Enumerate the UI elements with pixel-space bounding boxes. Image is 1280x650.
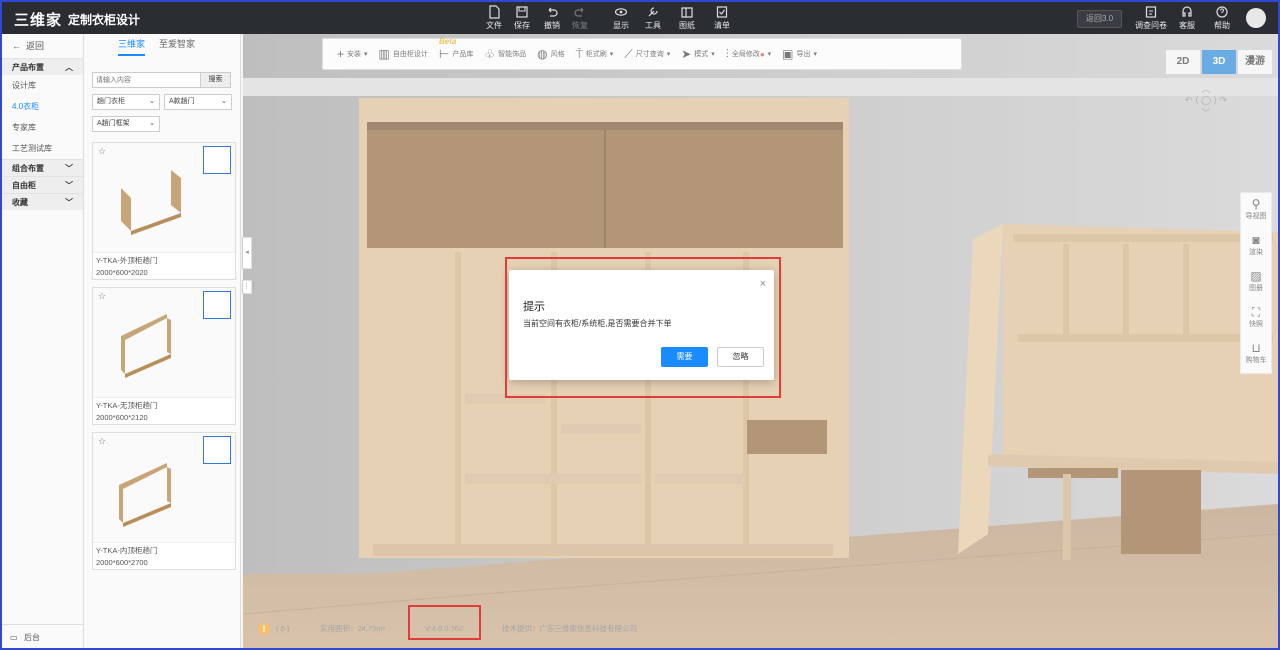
list-button[interactable]: 清单 xyxy=(708,5,736,31)
back-arrow-icon: ← xyxy=(12,41,27,51)
product-name: Y-TKA-无顶柜趟门 xyxy=(96,401,158,410)
filter-value: A趟门框架 xyxy=(97,120,130,127)
undo-button[interactable]: 撤销 xyxy=(538,5,566,31)
redo-button[interactable]: 恢复 xyxy=(566,5,594,31)
save-icon xyxy=(516,6,528,18)
nav-item-process-test-library[interactable]: 工艺测试库 xyxy=(2,138,83,159)
display-button[interactable]: 显示 xyxy=(607,5,635,31)
nav-category-free-cabinet[interactable]: 自由柜 ﹀ xyxy=(2,176,83,193)
product-image: ☆ xyxy=(93,143,235,253)
back-label: 返回 xyxy=(26,41,45,51)
search-button[interactable]: 搜索 xyxy=(200,73,230,87)
logo: 三维家 定制衣柜设计 xyxy=(14,9,140,30)
door-thumbnail[interactable] xyxy=(203,291,231,319)
nav-category-combo-layout[interactable]: 组合布置 ﹀ xyxy=(2,159,83,176)
nav-item-expert-library[interactable]: 专家库 xyxy=(2,117,83,138)
nav-category-product-layout[interactable]: 产品布置 ︿ xyxy=(2,58,83,75)
product-name: Y-TKA-外顶柜趟门 xyxy=(96,256,158,265)
save-button[interactable]: 保存 xyxy=(508,5,536,31)
chevron-down-icon: ⌄ xyxy=(149,120,155,127)
list-label: 清单 xyxy=(714,21,730,30)
chevron-down-icon: ⌄ xyxy=(221,98,227,105)
back-button[interactable]: ← 返回 xyxy=(2,34,83,58)
headset-icon xyxy=(1182,6,1192,17)
help-button[interactable]: 帮助 xyxy=(1208,5,1236,31)
wrench-icon xyxy=(648,7,658,17)
tools-label: 工具 xyxy=(645,21,661,30)
chevron-down-icon: ﹀ xyxy=(65,198,73,207)
chevron-up-icon: ︿ xyxy=(65,63,73,72)
display-label: 显示 xyxy=(613,21,629,30)
customer-service-button[interactable]: 客服 xyxy=(1173,5,1201,31)
chevron-down-icon: ⌄ xyxy=(149,98,155,105)
help-label: 帮助 xyxy=(1214,21,1230,30)
survey-icon xyxy=(1145,6,1157,18)
help-icon xyxy=(1216,6,1228,18)
nav-category-favorites[interactable]: 收藏 ﹀ xyxy=(2,193,83,210)
backend-label: 后台 xyxy=(24,633,40,642)
brand-name: 三维家 xyxy=(14,12,63,29)
product-name: Y-TKA-内顶柜趟门 xyxy=(96,546,158,555)
tab-zhiai[interactable]: 至爱智家 xyxy=(159,34,195,56)
top-bar: 三维家 定制衣柜设计 文件 保存 撤销 恢复 显示 工具 图纸 清单 返回3.0… xyxy=(2,2,1278,34)
survey-label: 调查问卷 xyxy=(1135,21,1167,30)
monitor-icon: ▭ xyxy=(10,633,18,642)
app-name: 定制衣柜设计 xyxy=(68,13,141,27)
checklist-icon xyxy=(716,6,728,18)
search-box: 搜索 xyxy=(92,72,231,88)
product-dimensions: 2000*600*2020 xyxy=(96,268,148,277)
file-icon xyxy=(489,5,500,19)
product-dimensions: 2000*600*2120 xyxy=(96,413,148,422)
drawings-button[interactable]: 图纸 xyxy=(673,5,701,31)
nav-category-label: 自由柜 xyxy=(12,181,36,190)
filter-value: 趟门衣柜 xyxy=(97,98,125,105)
tools-button[interactable]: 工具 xyxy=(639,5,667,31)
product-card[interactable]: ☆ Y-TKA-外顶柜趟门 2000*600*2020 xyxy=(92,142,236,280)
undo-label: 撤销 xyxy=(544,21,560,30)
door-thumbnail[interactable] xyxy=(203,436,231,464)
door-thumbnail[interactable] xyxy=(203,146,231,174)
nav-item-design-library[interactable]: 设计库 xyxy=(2,75,83,96)
nav-item-wardrobe-40[interactable]: 4.0衣柜 xyxy=(2,96,83,117)
undo-icon xyxy=(548,7,558,17)
dialog-highlight xyxy=(505,257,781,398)
back-to-v3-button[interactable]: 返回3.0 xyxy=(1077,10,1123,28)
save-label: 保存 xyxy=(514,21,530,30)
drawings-label: 图纸 xyxy=(679,21,695,30)
filter-category-select[interactable]: 趟门衣柜 ⌄ xyxy=(92,94,160,110)
product-card[interactable]: ☆ Y-TKA-无顶柜趟门 2000*600*2120 xyxy=(92,287,236,425)
chevron-down-icon: ﹀ xyxy=(65,181,73,190)
chevron-down-icon: ﹀ xyxy=(65,164,73,173)
file-label: 文件 xyxy=(486,21,502,30)
nav-category-label: 组合布置 xyxy=(12,164,44,173)
filter-frame-select[interactable]: A趟门框架 ⌄ xyxy=(92,116,160,132)
blueprint-icon xyxy=(681,7,693,18)
tab-sanweijia[interactable]: 三维家 xyxy=(118,34,146,56)
product-panel: 三维家 至爱智家 搜索 趟门衣柜 ⌄ A款趟门 ⌄ A趟门框架 ⌄ ☆ Y-TKA-外… xyxy=(84,34,241,648)
product-image: ☆ xyxy=(93,433,235,543)
backend-button[interactable]: ▭ 后台 xyxy=(2,624,84,648)
customer-service-label: 客服 xyxy=(1179,21,1195,30)
product-card[interactable]: ☆ Y-TKA-内顶柜趟门 2000*600*2700 xyxy=(92,432,236,570)
left-nav: ← 返回 产品布置 ︿ 设计库 4.0衣柜 专家库 工艺测试库 组合布置 ﹀ 自由柜… xyxy=(2,34,84,648)
source-tabs: 三维家 至爱智家 xyxy=(84,34,240,56)
nav-category-label: 产品布置 xyxy=(12,63,44,72)
filter-style-select[interactable]: A款趟门 ⌄ xyxy=(164,94,232,110)
product-image: ☆ xyxy=(93,288,235,398)
survey-button[interactable]: 调查问卷 xyxy=(1134,5,1168,31)
nav-category-label: 收藏 xyxy=(12,198,28,207)
product-dimensions: 2000*600*2700 xyxy=(96,558,148,567)
eye-icon xyxy=(614,8,628,16)
file-button[interactable]: 文件 xyxy=(480,5,508,31)
filter-value: A款趟门 xyxy=(169,98,195,105)
version-highlight xyxy=(408,605,481,640)
app-window: 三维家 定制衣柜设计 文件 保存 撤销 恢复 显示 工具 图纸 清单 返回3.0… xyxy=(0,0,1280,650)
avatar[interactable] xyxy=(1246,8,1266,28)
redo-icon xyxy=(574,7,584,17)
redo-label: 恢复 xyxy=(572,21,588,30)
search-input[interactable] xyxy=(93,73,200,87)
